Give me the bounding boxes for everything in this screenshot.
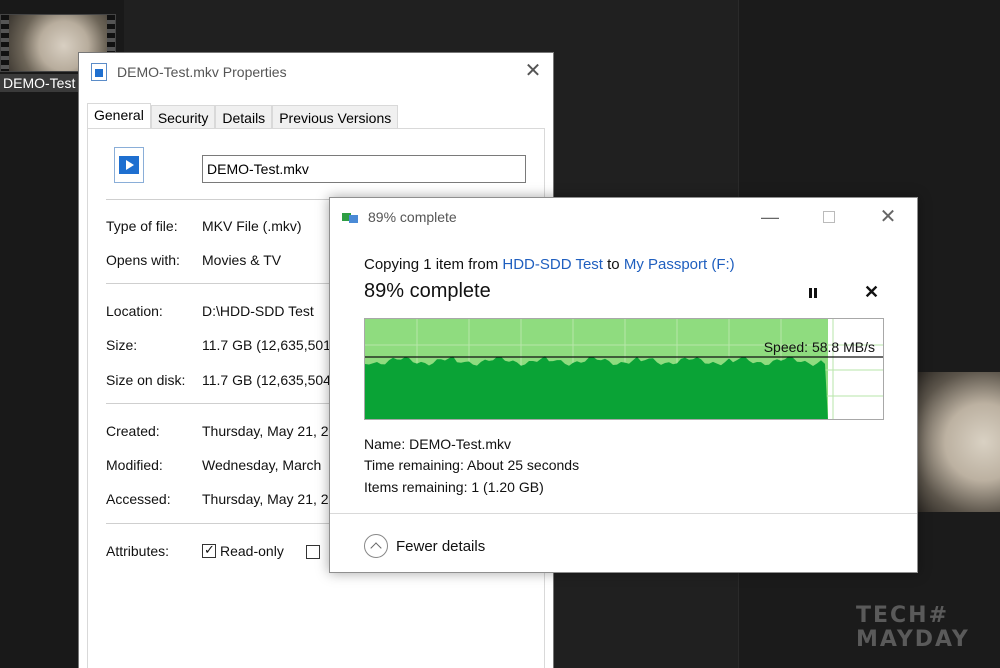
copy-progress-dialog: 89% complete — ✕ Copying 1 item from HDD… (329, 197, 918, 573)
property-key: Accessed: (106, 491, 171, 507)
speed-area (365, 356, 828, 419)
property-key: Modified: (106, 457, 163, 473)
property-row: Created: Thursday, May 21, 2 (106, 423, 329, 439)
copy-title: 89% complete (368, 209, 457, 225)
source-folder-link[interactable]: HDD-SDD Test (502, 256, 603, 273)
video-file-icon (114, 147, 144, 183)
pause-icon[interactable] (806, 286, 820, 300)
property-row: Opens with: Movies & TV (106, 252, 281, 268)
to-word: to (602, 256, 624, 273)
property-value: 11.7 GB (12,635,501 (202, 337, 331, 353)
property-key: Location: (106, 303, 163, 319)
copy-titlebar[interactable]: 89% complete — ✕ (330, 198, 917, 238)
video-file-icon (91, 63, 107, 81)
fewer-details-button[interactable]: Fewer details (396, 538, 485, 555)
copying-prefix: Copying 1 item from (364, 256, 503, 273)
property-key: Created: (106, 423, 160, 439)
property-value: Movies & TV (202, 252, 282, 268)
items-value: 1 (1.20 GB) (471, 479, 544, 495)
readonly-label: Read-only (220, 543, 284, 559)
items-label: Items remaining: (364, 479, 468, 495)
speed-graph-svg (365, 319, 883, 419)
property-key: Size: (106, 337, 138, 353)
tab-details[interactable]: Details (215, 105, 273, 129)
name-detail: Name: DEMO-Test.mkv (364, 436, 511, 452)
name-value: DEMO-Test.mkv (409, 436, 512, 452)
cancel-icon[interactable]: ✕ (864, 282, 879, 303)
property-row: Type of file: MKV File (.mkv) (106, 218, 302, 234)
chevron-up-icon[interactable] (364, 534, 388, 558)
attributes-row: Attributes: Read-only (106, 542, 324, 559)
attributes-label: Attributes: (106, 543, 170, 559)
property-row: Size on disk: 11.7 GB (12,635,504 (106, 372, 331, 388)
property-value: MKV File (.mkv) (202, 218, 302, 234)
minimize-icon[interactable]: — (758, 206, 782, 228)
filename-field[interactable] (202, 155, 526, 183)
transfer-speed-graph: Speed: 58.8 MB/s (364, 318, 884, 420)
time-value: About 25 seconds (466, 457, 580, 473)
property-key: Size on disk: (106, 372, 186, 388)
properties-tabs: General Security Details Previous Versio… (87, 103, 399, 129)
tab-previous-versions[interactable]: Previous Versions (272, 105, 399, 129)
film-strip-left (1, 15, 9, 71)
maximize-icon (817, 206, 841, 228)
readonly-checkbox[interactable] (202, 542, 216, 558)
property-key: Opens with: (106, 252, 180, 268)
readonly-option[interactable]: Read-only (202, 542, 284, 559)
property-row: Location: D:\HDD-SDD Test (106, 303, 314, 319)
tab-general[interactable]: General (87, 103, 151, 129)
speed-label: Speed: 58.8 MB/s (763, 339, 875, 355)
watermark-bottom: MAYDAY (856, 627, 970, 652)
property-value: Thursday, May 21, 2 (202, 491, 329, 507)
copying-summary: Copying 1 item from HDD-SDD Test to My P… (364, 256, 735, 273)
time-label: Time remaining: (364, 457, 464, 473)
video-thumbnail-right[interactable] (918, 372, 1000, 512)
hidden-checkbox[interactable] (305, 545, 320, 559)
thumbnail-label[interactable]: DEMO-Test (0, 74, 79, 92)
name-label: Name: (364, 436, 406, 452)
property-value: Wednesday, March (202, 457, 322, 473)
properties-titlebar[interactable]: DEMO-Test.mkv Properties (79, 53, 553, 91)
time-detail: Time remaining: About 25 seconds (364, 457, 579, 473)
property-row: Size: 11.7 GB (12,635,501 (106, 337, 331, 353)
close-icon[interactable]: ✕ (523, 61, 543, 81)
property-value: 11.7 GB (12,635,504 (202, 372, 331, 388)
property-row: Accessed: Thursday, May 21, 2 (106, 491, 329, 507)
percent-complete-label: 89% complete (364, 280, 491, 302)
destination-link[interactable]: My Passport (F:) (624, 256, 735, 273)
close-icon[interactable]: ✕ (876, 206, 900, 228)
property-value: D:\HDD-SDD Test (202, 303, 314, 319)
watermark-logo: TECH# MAYDAY (856, 604, 970, 652)
copy-icon (342, 211, 358, 223)
property-value: Thursday, May 21, 2 (202, 423, 329, 439)
property-key: Type of file: (106, 218, 178, 234)
fewer-details-row: Fewer details (330, 513, 917, 573)
property-row: Modified: Wednesday, March (106, 457, 321, 473)
properties-title: DEMO-Test.mkv Properties (117, 64, 287, 80)
watermark-top: TECH# (856, 603, 950, 628)
items-detail: Items remaining: 1 (1.20 GB) (364, 479, 544, 495)
tab-security[interactable]: Security (150, 105, 216, 129)
